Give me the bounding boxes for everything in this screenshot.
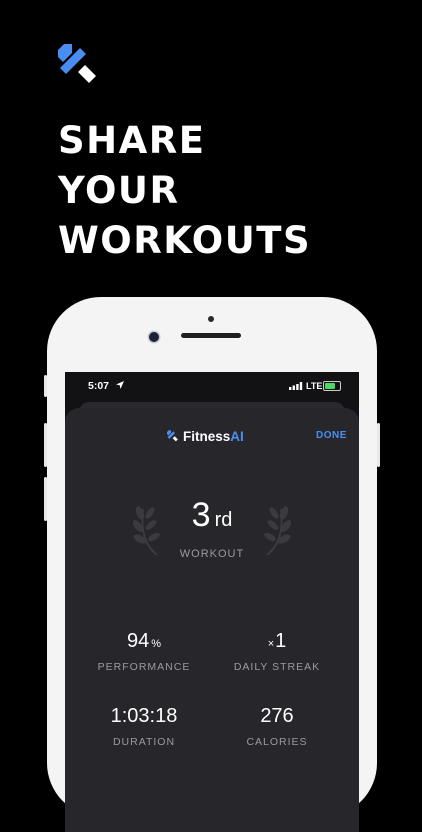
fitnessai-small-logo-icon: [167, 430, 178, 442]
location-arrow-icon: [116, 381, 124, 389]
headline-line-1: SHARE: [58, 119, 206, 162]
stat-duration: 1:03:18 DURATION: [74, 705, 214, 748]
phone-power-button: [377, 423, 380, 467]
stat-value: 276: [260, 705, 294, 727]
stat-label: DAILY STREAK: [233, 661, 321, 673]
phone-mute-switch: [44, 375, 47, 397]
headline: SHARE YOUR WORKOUTS: [58, 116, 311, 266]
rank-label: WORKOUT: [179, 548, 245, 560]
stat-performance: 94% PERFORMANCE: [74, 630, 214, 673]
brand-name: Fitness: [183, 428, 231, 444]
stat-value: 94: [126, 630, 150, 652]
phone-speaker: [181, 333, 241, 338]
phone-camera: [149, 332, 159, 342]
workout-rank: 3rd: [65, 496, 359, 535]
headline-line-3: WORKOUTS: [58, 219, 312, 262]
share-card: FitnessAI DONE 3 rd WORKOUT 94 % PERFORM…: [65, 408, 359, 832]
phone-volume-up: [44, 423, 47, 467]
fitnessai-logo-icon: [58, 44, 96, 83]
stat-value: 1:03:18: [110, 705, 178, 727]
stat-calories: 276 CALORIES: [207, 705, 347, 748]
headline-line-2: YOUR: [58, 169, 180, 212]
status-time: 5:07: [88, 380, 110, 392]
phone-sensor: [208, 316, 214, 322]
stat-prefix: ×: [267, 638, 275, 650]
phone-mockup: 5:07 LTE FitnessAI DONE 3 rd WORKOUT 94 …: [44, 297, 380, 832]
stat-label: PERFORMANCE: [97, 661, 191, 673]
status-bar: 5:07 LTE: [65, 372, 359, 400]
done-button[interactable]: DONE: [316, 430, 347, 441]
phone-screen: 5:07 LTE FitnessAI DONE 3 rd WORKOUT 94 …: [65, 372, 359, 832]
phone-volume-down: [44, 477, 47, 521]
rank-number: 3: [191, 496, 211, 534]
stat-label: CALORIES: [246, 736, 308, 748]
stat-daily-streak: ×1 DAILY STREAK: [207, 630, 347, 673]
brand-name-ai: AI: [230, 428, 244, 444]
stat-label: DURATION: [112, 736, 176, 748]
app-brand: FitnessAI: [167, 428, 244, 444]
stat-value: 1: [275, 630, 287, 652]
rank-suffix: rd: [214, 509, 233, 531]
signal-bars-icon: [289, 382, 303, 390]
stat-unit: %: [151, 638, 162, 650]
battery-charging-icon: [323, 381, 341, 391]
network-type: LTE: [306, 381, 323, 391]
